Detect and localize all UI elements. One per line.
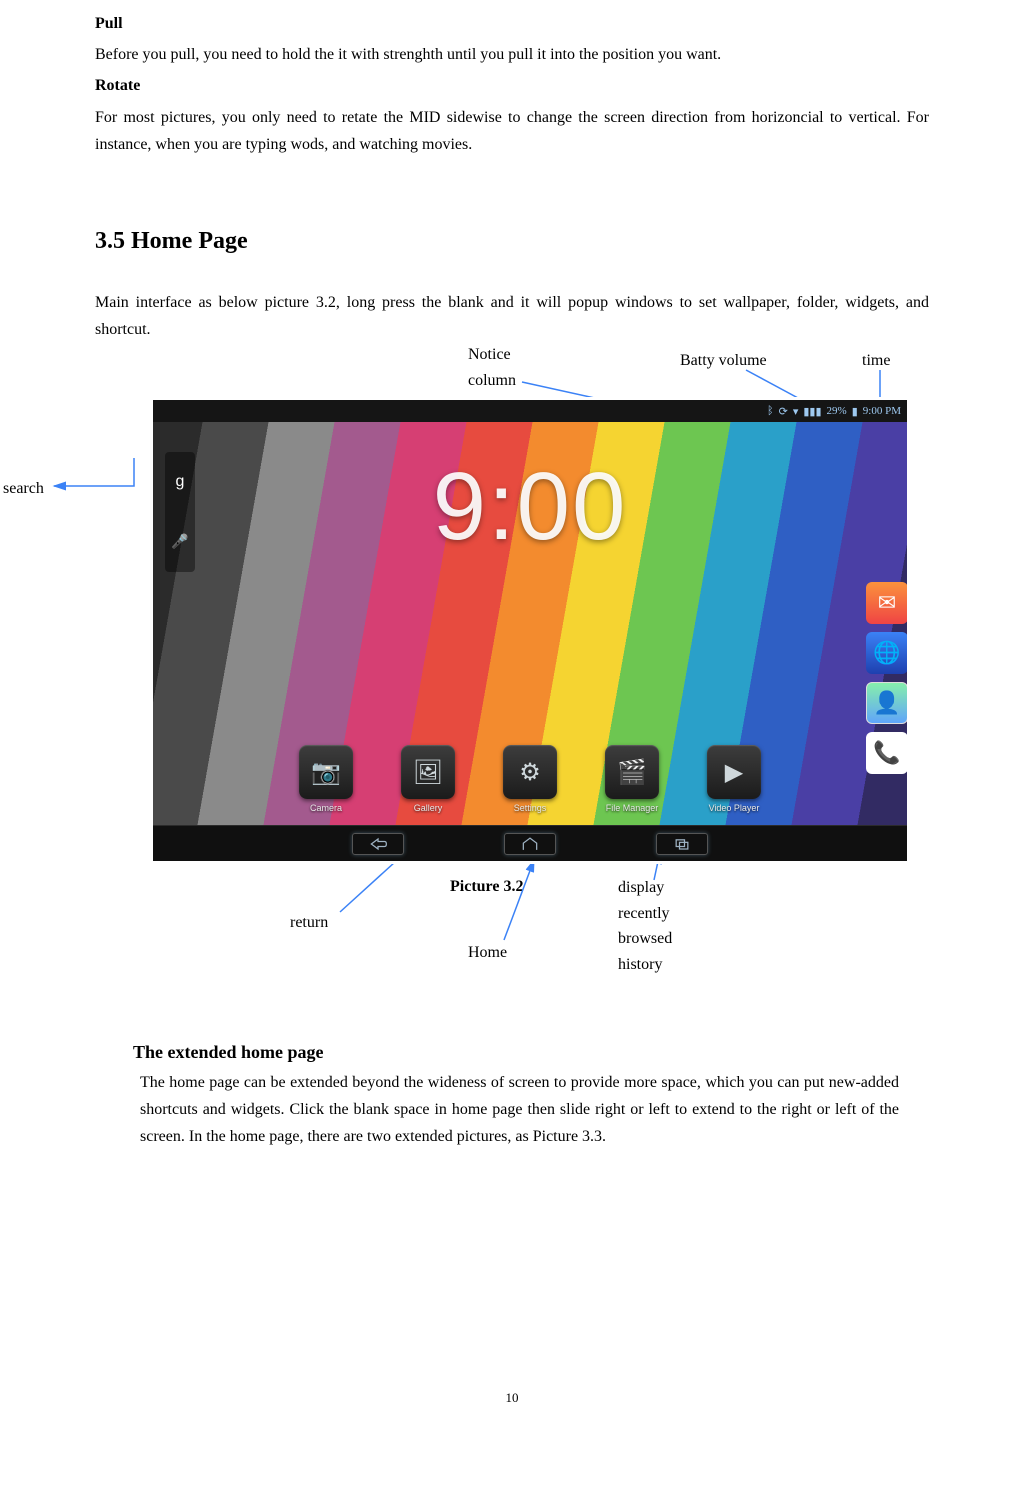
back-button[interactable] bbox=[352, 833, 404, 855]
label-home: Home bbox=[468, 940, 507, 966]
dock-app-label: Camera bbox=[310, 803, 342, 813]
section-title: 3.5 Home Page bbox=[95, 228, 929, 255]
wallpaper-area[interactable]: g 🎤 9:00 ✉ 🌐 👤 📞 📷 Camera 🖼 Gallery ⚙ Se… bbox=[153, 422, 907, 825]
dock-app-settings[interactable]: ⚙ Settings bbox=[500, 745, 560, 813]
label-batty: Batty volume bbox=[680, 348, 800, 374]
mic-icon: 🎤 bbox=[171, 534, 188, 551]
extended-home-body: The home page can be extended beyond the… bbox=[140, 1069, 899, 1151]
dock-app-label: Video Player bbox=[709, 803, 760, 813]
signal-icon: ▮▮▮ bbox=[803, 405, 821, 418]
dock-app-label: File Manager bbox=[606, 803, 659, 813]
home-body: Main interface as below picture 3.2, lon… bbox=[95, 289, 929, 343]
pull-body: Before you pull, you need to hold the it… bbox=[95, 41, 929, 68]
home-button[interactable] bbox=[504, 833, 556, 855]
dock-app-label: Gallery bbox=[414, 803, 443, 813]
refresh-icon: ⟳ bbox=[779, 405, 788, 418]
app-dock: 📷 Camera 🖼 Gallery ⚙ Settings 🎬 File Man… bbox=[296, 745, 764, 813]
rotate-body: For most pictures, you only need to reta… bbox=[95, 104, 929, 158]
label-return: return bbox=[290, 910, 328, 936]
google-search-widget[interactable]: g 🎤 bbox=[165, 452, 195, 572]
bluetooth-icon: ᛒ bbox=[767, 405, 774, 417]
dock-app-filemanager[interactable]: 🎬 File Manager bbox=[602, 745, 662, 813]
battery-icon: ▮ bbox=[852, 405, 858, 418]
figure-caption: Picture 3.2 bbox=[450, 874, 523, 900]
settings-icon: ⚙ bbox=[519, 758, 541, 787]
google-g-icon: g bbox=[176, 473, 185, 491]
contacts-app-icon[interactable]: 👤 bbox=[866, 682, 907, 724]
label-time: time bbox=[862, 348, 890, 374]
label-search: search bbox=[3, 476, 44, 502]
label-recent: display recently browsed history bbox=[618, 875, 708, 977]
navigation-bar bbox=[153, 825, 907, 861]
dock-app-camera[interactable]: 📷 Camera bbox=[296, 745, 356, 813]
messaging-app-icon[interactable]: ✉ bbox=[866, 582, 907, 624]
file-manager-icon: 🎬 bbox=[617, 758, 647, 787]
camera-icon: 📷 bbox=[311, 758, 341, 787]
homescreen-screenshot: ᛒ ⟳ ▾ ▮▮▮ 29% ▮ 9:00 PM g 🎤 9:00 ✉ 🌐 👤 📞… bbox=[150, 397, 910, 864]
extended-home-title: The extended home page bbox=[133, 1042, 929, 1063]
rotate-heading: Rotate bbox=[95, 72, 929, 99]
clock-widget[interactable]: 9:00 bbox=[433, 452, 628, 562]
pull-heading: Pull bbox=[95, 10, 929, 37]
browser-app-icon[interactable]: 🌐 bbox=[866, 632, 907, 674]
dock-app-videoplayer[interactable]: ▶ Video Player bbox=[704, 745, 764, 813]
page-number: 10 bbox=[0, 1390, 1024, 1406]
battery-text: 29% bbox=[827, 405, 847, 417]
label-notice: Notice column bbox=[468, 342, 548, 393]
recent-apps-button[interactable] bbox=[656, 833, 708, 855]
wifi-icon: ▾ bbox=[793, 405, 799, 418]
recent-apps-icon bbox=[672, 836, 692, 852]
status-time: 9:00 PM bbox=[863, 405, 901, 417]
status-bar[interactable]: ᛒ ⟳ ▾ ▮▮▮ 29% ▮ 9:00 PM bbox=[153, 400, 907, 422]
video-player-icon: ▶ bbox=[725, 758, 743, 787]
dock-app-gallery[interactable]: 🖼 Gallery bbox=[398, 745, 458, 813]
back-icon bbox=[368, 836, 388, 852]
dock-app-label: Settings bbox=[514, 803, 547, 813]
home-icon bbox=[520, 836, 540, 852]
gallery-icon: 🖼 bbox=[413, 758, 443, 787]
phone-app-icon[interactable]: 📞 bbox=[866, 732, 907, 774]
